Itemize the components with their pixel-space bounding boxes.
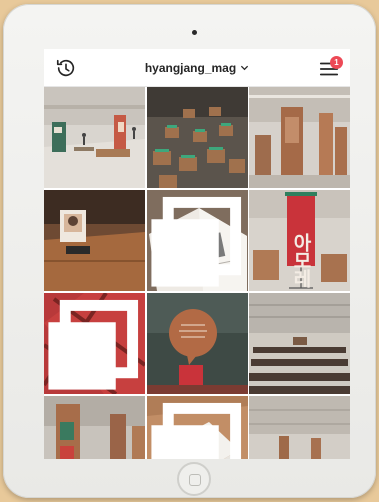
post-thumbnail — [146, 87, 248, 188]
chevron-down-icon — [241, 65, 249, 71]
multiple-photos-icon — [150, 196, 241, 287]
post-thumbnail: 아모레 — [249, 190, 350, 291]
home-button[interactable] — [177, 462, 211, 496]
app-screen: hyangjang_mag 1 아모레 — [44, 49, 350, 459]
post-thumbnail — [249, 87, 350, 188]
grid-post[interactable] — [249, 87, 350, 188]
username-label: hyangjang_mag — [144, 60, 237, 75]
profile-header: hyangjang_mag 1 — [44, 49, 350, 87]
tablet-device: hyangjang_mag 1 아모레 — [3, 4, 376, 498]
grid-post[interactable] — [146, 293, 248, 394]
grid-post[interactable] — [146, 396, 248, 459]
post-thumbnail — [44, 190, 145, 291]
post-thumbnail — [44, 396, 145, 459]
banner-text: 아모레 — [290, 233, 312, 289]
post-thumbnail — [249, 293, 350, 394]
post-thumbnail — [44, 87, 145, 188]
notification-badge: 1 — [330, 56, 343, 69]
photo-grid: 아모레 — [44, 87, 350, 459]
multiple-photos-icon — [48, 299, 139, 390]
post-thumbnail — [249, 396, 350, 459]
grid-post[interactable] — [146, 87, 248, 188]
grid-post[interactable] — [44, 293, 145, 394]
grid-post[interactable]: 아모레 — [249, 190, 350, 291]
grid-post[interactable] — [44, 87, 145, 188]
grid-post[interactable] — [44, 190, 145, 291]
grid-post[interactable] — [146, 190, 248, 291]
grid-post[interactable] — [44, 396, 145, 459]
grid-post[interactable] — [249, 396, 350, 459]
post-thumbnail — [146, 293, 248, 394]
grid-post[interactable] — [249, 293, 350, 394]
multiple-photos-icon — [150, 402, 241, 459]
history-icon[interactable] — [55, 57, 77, 79]
account-switcher[interactable]: hyangjang_mag — [145, 61, 249, 75]
front-camera — [192, 30, 197, 35]
